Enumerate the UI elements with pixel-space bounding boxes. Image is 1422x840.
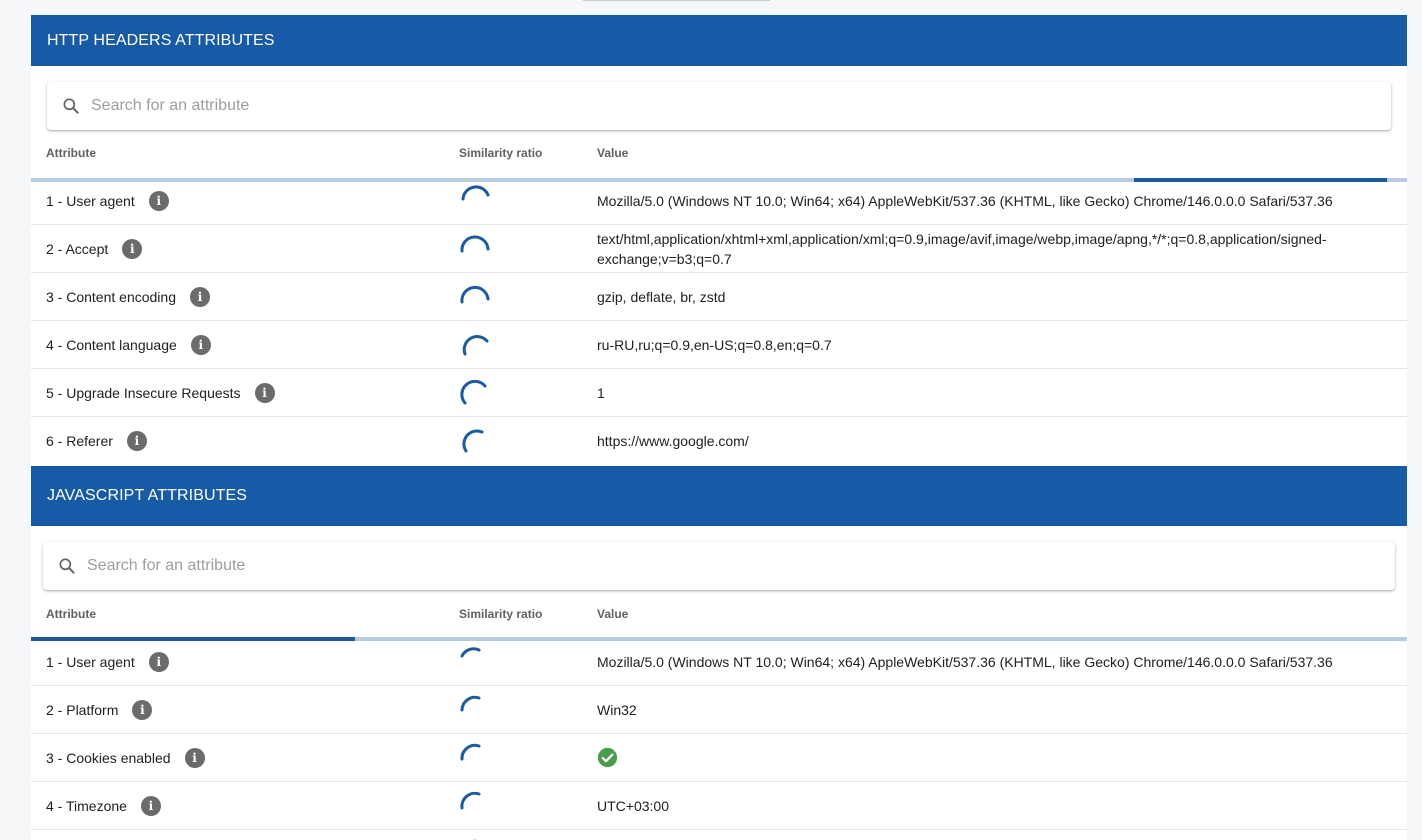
http-attributes-table: 1 - User agent i Mozilla/5.0 (Windows NT …	[31, 177, 1407, 465]
table-row: 2 - Accept i text/html,application/xhtml+…	[31, 225, 1407, 273]
http-search-box	[47, 81, 1391, 131]
attribute-value: 1	[597, 384, 605, 401]
attribute-name: 6 - Referer	[46, 432, 113, 449]
info-icon[interactable]: i	[132, 699, 153, 720]
column-header-similarity[interactable]: Similarity ratio	[459, 607, 542, 621]
attribute-value: Mozilla/5.0 (Windows NT 10.0; Win64; x64…	[597, 653, 1333, 670]
info-icon[interactable]: i	[148, 190, 169, 211]
search-icon	[59, 558, 75, 574]
info-icon[interactable]: i	[122, 238, 143, 259]
table-row	[31, 830, 1407, 840]
http-column-headers: Attribute Similarity ratio Value	[31, 143, 1407, 163]
loading-spinner-icon	[462, 335, 489, 356]
loading-spinner-icon	[461, 185, 490, 201]
attribute-value	[597, 830, 1377, 840]
attribute-name: 5 - Upgrade Insecure Requests	[46, 384, 241, 401]
js-column-headers: Attribute Similarity ratio Value	[31, 604, 1407, 624]
info-icon[interactable]: i	[184, 747, 205, 768]
table-row: 3 - Content encoding i gzip, deflate, br,…	[31, 273, 1407, 321]
search-icon	[63, 98, 79, 114]
attribute-value: text/html,application/xhtml+xml,applicat…	[597, 230, 1327, 267]
info-icon[interactable]: i	[189, 286, 210, 307]
column-header-attribute[interactable]: Attribute	[46, 146, 96, 160]
table-row: 3 - Cookies enabled i	[31, 734, 1407, 782]
info-icon[interactable]: i	[126, 430, 147, 451]
check-circle-icon	[597, 747, 618, 768]
attribute-value: ru-RU,ru;q=0.9,en-US;q=0.8,en;q=0.7	[597, 336, 832, 353]
http-headers-section: HTTP HEADERS ATTRIBUTES Attribute Simila…	[31, 15, 1407, 466]
loading-spinner-icon	[460, 695, 481, 712]
table-row: 6 - Referer i https://www.google.com/	[31, 417, 1407, 465]
table-row: 5 - Upgrade Insecure Requests i 1	[31, 369, 1407, 417]
attribute-value: Mozilla/5.0 (Windows NT 10.0; Win64; x64…	[597, 192, 1333, 209]
attribute-name: 3 - Content encoding	[46, 288, 176, 305]
attribute-name: 1 - User agent	[46, 192, 135, 209]
table-row: 4 - Content language i ru-RU,ru;q=0.9,en-…	[31, 321, 1407, 369]
attribute-name: 4 - Content language	[46, 336, 177, 353]
top-tab-divider	[583, 0, 770, 1]
attribute-value: gzip, deflate, br, zstd	[597, 288, 726, 305]
info-icon[interactable]: i	[148, 651, 169, 672]
http-headers-title: HTTP HEADERS ATTRIBUTES	[31, 15, 1407, 66]
attribute-name: 2 - Platform	[46, 701, 119, 718]
table-row: 1 - User agent i Mozilla/5.0 (Windows NT …	[31, 177, 1407, 225]
attribute-name: 4 - Timezone	[46, 797, 127, 814]
javascript-section: JAVASCRIPT ATTRIBUTES Attribute Similari…	[31, 466, 1407, 840]
column-header-value[interactable]: Value	[597, 607, 628, 621]
attribute-name: 2 - Accept	[46, 240, 109, 257]
column-header-similarity[interactable]: Similarity ratio	[459, 146, 542, 160]
loading-spinner-icon	[462, 429, 484, 453]
attribute-value: UTC+03:00	[597, 797, 669, 814]
info-icon[interactable]: i	[190, 334, 211, 355]
http-search-input[interactable]	[89, 81, 1391, 131]
loading-spinner-icon	[460, 647, 481, 658]
attribute-name: 3 - Cookies enabled	[46, 749, 171, 766]
js-search-box	[43, 541, 1395, 591]
javascript-title: JAVASCRIPT ATTRIBUTES	[31, 466, 1407, 526]
table-row: 1 - User agent i Mozilla/5.0 (Windows NT …	[31, 638, 1407, 686]
js-attributes-table: 1 - User agent i Mozilla/5.0 (Windows NT …	[31, 638, 1407, 840]
loading-spinner-icon	[460, 743, 481, 761]
table-row: 4 - Timezone i UTC+03:00	[31, 782, 1407, 830]
column-header-value[interactable]: Value	[597, 146, 628, 160]
attribute-name: 1 - User agent	[46, 653, 135, 670]
attribute-value: Win32	[597, 701, 637, 718]
column-header-attribute[interactable]: Attribute	[46, 607, 96, 621]
loading-spinner-icon	[460, 379, 487, 405]
info-icon[interactable]: i	[140, 795, 161, 816]
loading-spinner-icon	[460, 285, 490, 304]
js-search-input[interactable]	[85, 541, 1395, 591]
table-row: 2 - Platform i Win32	[31, 686, 1407, 734]
info-icon[interactable]: i	[254, 382, 275, 403]
attribute-value: https://www.google.com/	[597, 432, 749, 449]
loading-spinner-icon	[460, 235, 490, 253]
loading-spinner-icon	[460, 791, 481, 810]
